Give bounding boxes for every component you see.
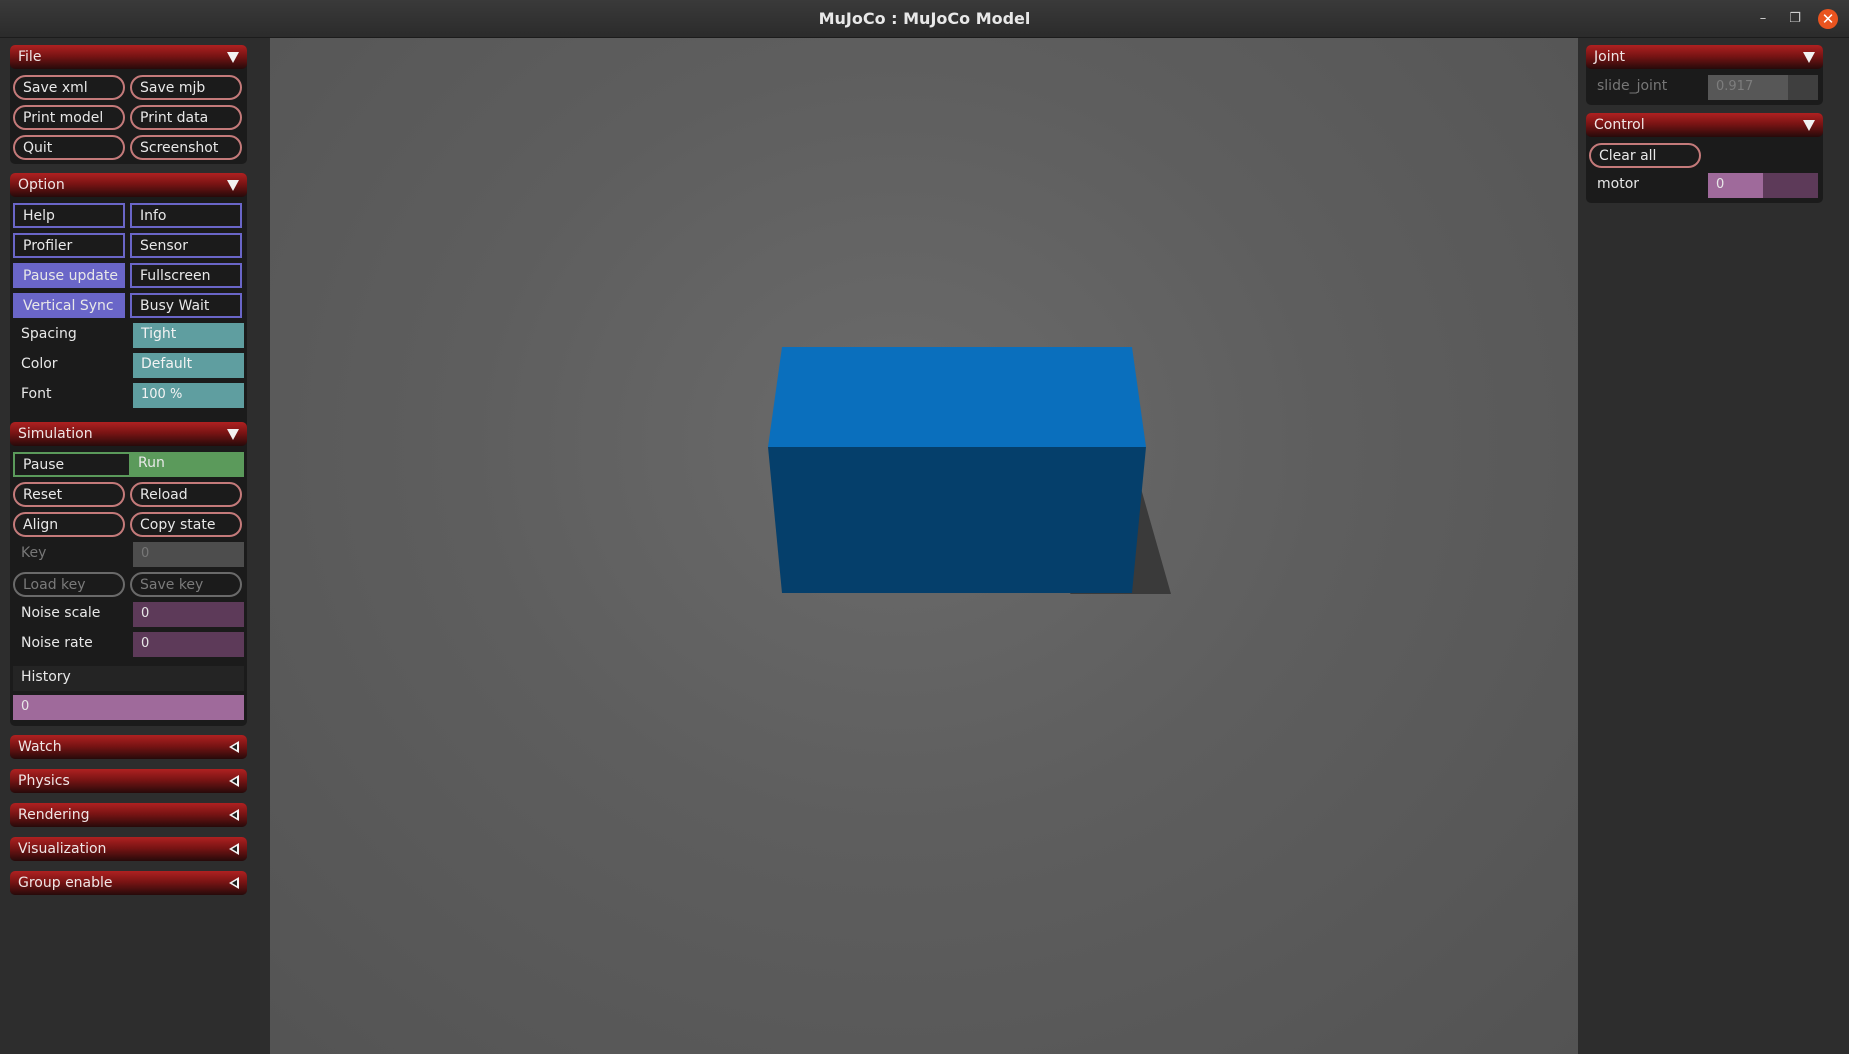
copy-state-button[interactable]: Copy state bbox=[130, 512, 242, 537]
control-section: Control Clear all motor 0 bbox=[1586, 113, 1823, 203]
collapsed-arrow-icon bbox=[229, 843, 239, 855]
pause-update-checkbox[interactable]: Pause update bbox=[13, 263, 125, 288]
save-mjb-button[interactable]: Save mjb bbox=[130, 75, 242, 100]
print-model-button[interactable]: Print model bbox=[13, 105, 125, 130]
restore-icon[interactable]: ❐ bbox=[1786, 10, 1804, 28]
group-enable-section-title: Group enable bbox=[18, 875, 113, 891]
simulation-section-header[interactable]: Simulation bbox=[10, 422, 247, 446]
help-checkbox[interactable]: Help bbox=[13, 203, 125, 228]
rendering-section[interactable]: Rendering bbox=[10, 803, 247, 827]
font-label: Font bbox=[21, 386, 52, 402]
collapsed-arrow-icon bbox=[229, 809, 239, 821]
rendering-section-title: Rendering bbox=[18, 807, 90, 823]
screenshot-button[interactable]: Screenshot bbox=[130, 135, 242, 160]
right-ui-panel: Joint slide_joint 0.917 Control Clear al… bbox=[1578, 38, 1849, 1054]
motor-value: 0 bbox=[1716, 177, 1725, 192]
reset-button[interactable]: Reset bbox=[13, 482, 125, 507]
group-enable-section[interactable]: Group enable bbox=[10, 871, 247, 895]
spacing-select[interactable]: Tight bbox=[133, 323, 244, 348]
motor-slider[interactable]: 0 bbox=[1708, 173, 1818, 198]
watch-section[interactable]: Watch bbox=[10, 735, 247, 759]
reload-button[interactable]: Reload bbox=[130, 482, 242, 507]
collapsed-arrow-icon bbox=[229, 775, 239, 787]
align-button[interactable]: Align bbox=[13, 512, 125, 537]
visualization-section[interactable]: Visualization bbox=[10, 837, 247, 861]
sensor-checkbox[interactable]: Sensor bbox=[130, 233, 242, 258]
expanded-arrow-icon bbox=[227, 52, 239, 63]
vertical-sync-checkbox[interactable]: Vertical Sync bbox=[13, 293, 125, 318]
print-data-button[interactable]: Print data bbox=[130, 105, 242, 130]
option-section-title: Option bbox=[18, 177, 65, 193]
slide-joint-slider[interactable]: 0.917 bbox=[1708, 75, 1818, 100]
history-label: History bbox=[13, 666, 244, 691]
file-section-title: File bbox=[18, 49, 42, 65]
visualization-section-header[interactable]: Visualization bbox=[10, 837, 247, 861]
clear-all-button[interactable]: Clear all bbox=[1589, 143, 1701, 168]
quit-button[interactable]: Quit bbox=[13, 135, 125, 160]
physics-section-header[interactable]: Physics bbox=[10, 769, 247, 793]
minimize-icon[interactable]: – bbox=[1754, 10, 1772, 28]
fullscreen-checkbox[interactable]: Fullscreen bbox=[130, 263, 242, 288]
profiler-checkbox[interactable]: Profiler bbox=[13, 233, 125, 258]
3d-viewport[interactable] bbox=[270, 38, 1578, 1054]
collapsed-arrow-icon bbox=[229, 741, 239, 753]
control-section-header[interactable]: Control bbox=[1586, 113, 1823, 137]
motor-label: motor bbox=[1597, 176, 1640, 192]
window-title: MuJoCo : MuJoCo Model bbox=[818, 9, 1031, 28]
option-section-header[interactable]: Option bbox=[10, 173, 247, 197]
control-section-title: Control bbox=[1594, 117, 1645, 133]
simulation-section: Simulation Pause Run Reset Reload Align … bbox=[10, 422, 247, 726]
watch-section-header[interactable]: Watch bbox=[10, 735, 247, 759]
color-label: Color bbox=[21, 356, 58, 372]
joint-section-header[interactable]: Joint bbox=[1586, 45, 1823, 69]
watch-section-title: Watch bbox=[18, 739, 62, 755]
noise-rate-label: Noise rate bbox=[21, 635, 93, 651]
simulation-section-title: Simulation bbox=[18, 426, 93, 442]
save-key-button[interactable]: Save key bbox=[130, 572, 242, 597]
expanded-arrow-icon bbox=[227, 180, 239, 191]
key-slider[interactable]: 0 bbox=[133, 542, 244, 567]
joint-section: Joint slide_joint 0.917 bbox=[1586, 45, 1823, 105]
font-select[interactable]: 100 % bbox=[133, 383, 244, 408]
collapsed-arrow-icon bbox=[229, 877, 239, 889]
joint-section-title: Joint bbox=[1594, 49, 1625, 65]
save-xml-button[interactable]: Save xml bbox=[13, 75, 125, 100]
expanded-arrow-icon bbox=[227, 429, 239, 440]
slide-joint-value: 0.917 bbox=[1716, 79, 1754, 94]
expanded-arrow-icon bbox=[1803, 52, 1815, 63]
history-slider[interactable]: 0 bbox=[13, 695, 244, 720]
load-key-button[interactable]: Load key bbox=[13, 572, 125, 597]
info-checkbox[interactable]: Info bbox=[130, 203, 242, 228]
group-enable-section-header[interactable]: Group enable bbox=[10, 871, 247, 895]
title-bar: MuJoCo : MuJoCo Model – ❐ ✕ bbox=[0, 0, 1849, 38]
busy-wait-checkbox[interactable]: Busy Wait bbox=[130, 293, 242, 318]
expanded-arrow-icon bbox=[1803, 120, 1815, 131]
pause-radio[interactable]: Pause bbox=[13, 452, 131, 477]
spacing-label: Spacing bbox=[21, 326, 77, 342]
box-top-face bbox=[768, 347, 1146, 447]
noise-scale-input[interactable]: 0 bbox=[133, 602, 244, 627]
box-front-face bbox=[768, 447, 1146, 593]
left-ui-panel: File Save xml Save mjb Print model Print… bbox=[0, 38, 270, 1054]
rendering-section-header[interactable]: Rendering bbox=[10, 803, 247, 827]
option-section: Option Help Info Profiler Sensor Pause u… bbox=[10, 173, 247, 449]
noise-rate-input[interactable]: 0 bbox=[133, 632, 244, 657]
visualization-section-title: Visualization bbox=[18, 841, 107, 857]
noise-scale-label: Noise scale bbox=[21, 605, 101, 621]
key-label: Key bbox=[21, 545, 47, 561]
close-icon[interactable]: ✕ bbox=[1818, 9, 1838, 29]
run-radio[interactable]: Run bbox=[130, 452, 244, 477]
color-select[interactable]: Default bbox=[133, 353, 244, 378]
file-section-header[interactable]: File bbox=[10, 45, 247, 69]
scene-render bbox=[768, 347, 1171, 594]
slide-joint-label: slide_joint bbox=[1597, 78, 1668, 94]
file-section: File Save xml Save mjb Print model Print… bbox=[10, 45, 247, 164]
physics-section-title: Physics bbox=[18, 773, 70, 789]
physics-section[interactable]: Physics bbox=[10, 769, 247, 793]
